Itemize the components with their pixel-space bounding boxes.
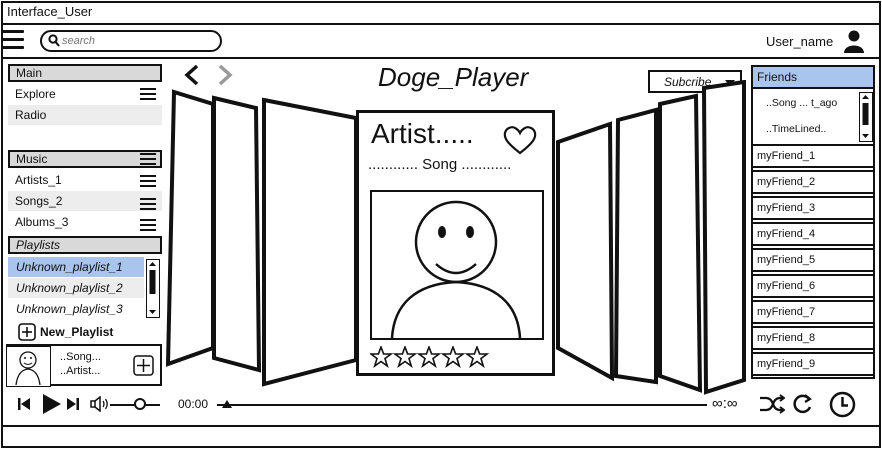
new-playlist-button[interactable]: New_Playlist [40,325,113,339]
now-playing-info: ..Song... ..Artist... [60,350,101,378]
user-icon[interactable] [843,29,865,53]
window-title: Interface_User [7,4,93,19]
star-rating[interactable] [368,344,490,373]
nav-item-explore[interactable]: Explore [8,84,162,104]
friend-item[interactable]: myFriend_9 [751,352,875,376]
add-playlist-icon[interactable] [18,323,36,341]
search-icon [48,34,60,47]
search-bar[interactable] [40,30,222,52]
friend-item[interactable]: myFriend_7 [751,300,875,324]
carousel-panel [212,95,262,373]
playlist-item[interactable]: Unknown_playlist_2 [8,278,144,298]
nav-item-albums[interactable]: Albums_3 [8,212,162,232]
list-icon[interactable] [140,88,156,100]
progress-track[interactable] [217,404,707,406]
list-icon[interactable] [140,219,156,231]
list-icon[interactable] [140,198,156,210]
elapsed-time: 00:00 [178,397,209,411]
friends-header: Friends [751,65,875,89]
star-icon [392,344,418,369]
next-icon[interactable] [66,396,80,412]
card-song: ............ Song ............ [368,156,512,173]
star-icon [416,344,442,369]
previous-icon[interactable] [17,396,31,412]
play-icon[interactable] [40,393,62,415]
carousel-panel [165,89,215,367]
carousel-panel [613,107,658,385]
friends-scrollbar[interactable] [859,92,873,142]
card-artist: Artist..... [371,118,474,149]
friend-item[interactable]: myFriend_1 [751,144,875,168]
playlist-item[interactable]: Unknown_playlist_1 [8,257,144,277]
clock-icon[interactable] [829,391,856,418]
star-icon [440,344,466,369]
nav-item-artists[interactable]: Artists_1 [8,170,162,190]
star-icon [464,344,490,369]
friend-item[interactable]: myFriend_8 [751,326,875,350]
now-playing-artist: ..Artist... [60,365,101,377]
music-header: Music [8,150,162,168]
friend-item[interactable]: myFriend_2 [751,170,875,194]
shuffle-icon[interactable] [759,394,785,414]
star-icon [368,344,394,369]
nav-item-songs[interactable]: Songs_2 [8,191,162,211]
carousel-panel [701,80,746,395]
heart-icon[interactable] [503,125,537,155]
friend-activity[interactable]: ..Song ... t_ago [766,97,837,109]
friend-item[interactable]: myFriend_5 [751,248,875,272]
friend-activity[interactable]: ..TimeLined.. [766,123,826,135]
username[interactable]: User_name [766,34,833,49]
friend-item[interactable]: myFriend_6 [751,274,875,298]
carousel-panel [658,93,703,393]
main-header: Main [8,64,162,82]
footer-divider [1,425,881,427]
progress-knob[interactable] [221,400,232,408]
playlist-item[interactable]: Unknown_playlist_3 [8,299,144,319]
now-playing-song: ..Song... [60,351,101,363]
nav-item-radio[interactable]: Radio [8,105,162,125]
add-to-playlist-icon[interactable] [133,355,154,376]
now-playing-thumbnail [6,346,51,387]
friend-item[interactable]: myFriend_4 [751,222,875,246]
volume-knob[interactable] [134,398,146,410]
friend-item[interactable]: myFriend_3 [751,196,875,220]
carousel-panel [556,121,615,382]
carousel-panel [262,97,358,387]
playlists-header: Playlists [8,236,162,254]
volume-icon[interactable] [90,396,110,412]
list-icon[interactable] [140,175,156,187]
menu-icon[interactable] [2,30,24,50]
header-divider [1,57,881,59]
search-input[interactable] [62,33,212,49]
playlist-scrollbar[interactable] [146,259,160,318]
list-icon[interactable] [140,153,156,165]
album-art [370,190,544,340]
total-time: ∞:∞ [712,395,738,412]
repeat-icon[interactable] [791,393,813,415]
title-bar: Interface_User [1,1,881,25]
